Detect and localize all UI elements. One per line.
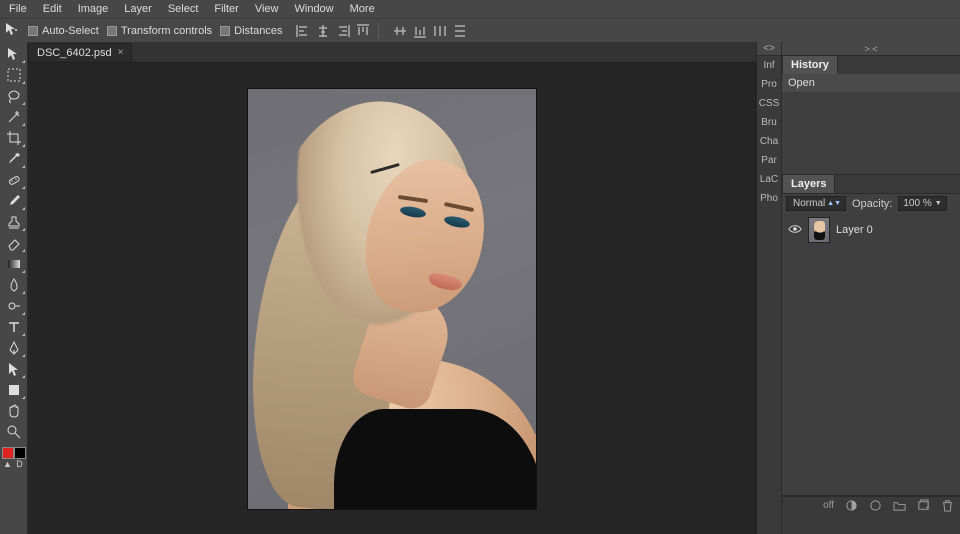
layer-row[interactable]: Layer 0: [782, 213, 960, 247]
panel-properties[interactable]: Pro: [757, 75, 781, 94]
panel-character[interactable]: Cha: [757, 132, 781, 151]
layers-footer: off: [782, 496, 960, 514]
separator: [378, 23, 379, 39]
layer-thumbnail[interactable]: [808, 217, 830, 243]
trash-icon[interactable]: [940, 499, 954, 513]
autoselect-off-label: off: [823, 500, 834, 511]
panel-css[interactable]: CSS: [757, 94, 781, 113]
app-root: File Edit Image Layer Select Filter View…: [0, 0, 960, 534]
history-tab[interactable]: History: [782, 55, 838, 74]
tool-bar: ▲D: [0, 42, 28, 534]
swap-colors-icon[interactable]: ▲: [2, 459, 14, 469]
workspace: DSC_6402.psd ×: [28, 42, 756, 534]
transform-controls-label: Transform controls: [121, 25, 212, 37]
right-panel-toggle[interactable]: > <: [782, 42, 960, 56]
align-top-icon[interactable]: [356, 24, 370, 38]
menu-image[interactable]: Image: [71, 1, 116, 17]
mask-icon[interactable]: [844, 499, 858, 513]
document-tabstrip: DSC_6402.psd ×: [28, 42, 756, 62]
panel-photo[interactable]: Pho: [757, 189, 781, 208]
distribute-v-icon[interactable]: [453, 24, 467, 38]
layers-tab[interactable]: Layers: [782, 174, 835, 193]
folder-icon[interactable]: [892, 499, 906, 513]
blend-mode-select[interactable]: Normal▲▼: [786, 196, 846, 211]
layers-options: Normal▲▼ Opacity: 100 % ▼: [782, 193, 960, 213]
layers-panel: Layers Normal▲▼ Opacity: 100 % ▼: [782, 175, 960, 496]
panel-info[interactable]: Inf: [757, 56, 781, 75]
layer-name[interactable]: Layer 0: [836, 224, 873, 236]
panel-paragraph[interactable]: Par: [757, 151, 781, 170]
options-bar: Auto-Select Transform controls Distances: [0, 18, 960, 42]
dropdown-icon: ▲▼: [827, 200, 841, 207]
right-panel-column: > < History Open Layers Normal▲▼ Opacity…: [782, 42, 960, 534]
chevron-down-icon: ▼: [935, 200, 942, 207]
opacity-label: Opacity:: [852, 198, 892, 210]
canvas-area[interactable]: [28, 62, 756, 534]
history-panel: History Open: [782, 56, 960, 175]
layer-visibility-icon[interactable]: [788, 224, 802, 237]
move-tool-icon: [4, 21, 20, 40]
color-swatches[interactable]: ▲D: [2, 447, 26, 469]
panel-layercomps[interactable]: LaC: [757, 170, 781, 189]
hand-tool[interactable]: [2, 401, 26, 421]
distribute-buttons: [393, 24, 467, 38]
history-item[interactable]: Open: [782, 74, 960, 92]
distribute-h-icon[interactable]: [433, 24, 447, 38]
zoom-tool[interactable]: [2, 422, 26, 442]
background-swatch[interactable]: [14, 447, 26, 459]
align-hcenter-icon[interactable]: [316, 24, 330, 38]
align-vcenter-icon[interactable]: [393, 24, 407, 38]
document-tab[interactable]: DSC_6402.psd ×: [28, 43, 132, 62]
align-left-icon[interactable]: [296, 24, 310, 38]
opacity-value: 100 %: [903, 198, 931, 209]
auto-select-label: Auto-Select: [42, 25, 99, 37]
close-tab-icon[interactable]: ×: [118, 47, 124, 58]
menu-bar: File Edit Image Layer Select Filter View…: [0, 0, 960, 18]
menu-select[interactable]: Select: [161, 1, 206, 17]
adjustment-icon[interactable]: [868, 499, 882, 513]
panelstrip-toggle[interactable]: <>: [757, 42, 781, 56]
menu-more[interactable]: More: [343, 1, 382, 17]
auto-select-checkbox[interactable]: Auto-Select: [28, 25, 99, 37]
distances-label: Distances: [234, 25, 282, 37]
menu-layer[interactable]: Layer: [117, 1, 159, 17]
align-buttons: [296, 24, 370, 38]
menu-filter[interactable]: Filter: [207, 1, 245, 17]
document-tab-label: DSC_6402.psd: [37, 47, 112, 59]
menu-file[interactable]: File: [2, 1, 34, 17]
transform-controls-checkbox[interactable]: Transform controls: [107, 25, 212, 37]
blend-mode-value: Normal: [793, 198, 825, 209]
menu-view[interactable]: View: [248, 1, 286, 17]
distances-checkbox[interactable]: Distances: [220, 25, 282, 37]
menu-window[interactable]: Window: [288, 1, 341, 17]
panel-brush[interactable]: Bru: [757, 113, 781, 132]
document-canvas[interactable]: [248, 89, 536, 509]
new-layer-icon[interactable]: [916, 499, 930, 513]
menu-edit[interactable]: Edit: [36, 1, 69, 17]
opacity-input[interactable]: 100 % ▼: [898, 196, 946, 211]
collapsed-panel-strip: <> Inf Pro CSS Bru Cha Par LaC Pho: [756, 42, 782, 534]
align-bottom-icon[interactable]: [413, 24, 427, 38]
align-right-icon[interactable]: [336, 24, 350, 38]
default-colors-icon[interactable]: D: [14, 459, 26, 469]
foreground-swatch[interactable]: [2, 447, 14, 459]
